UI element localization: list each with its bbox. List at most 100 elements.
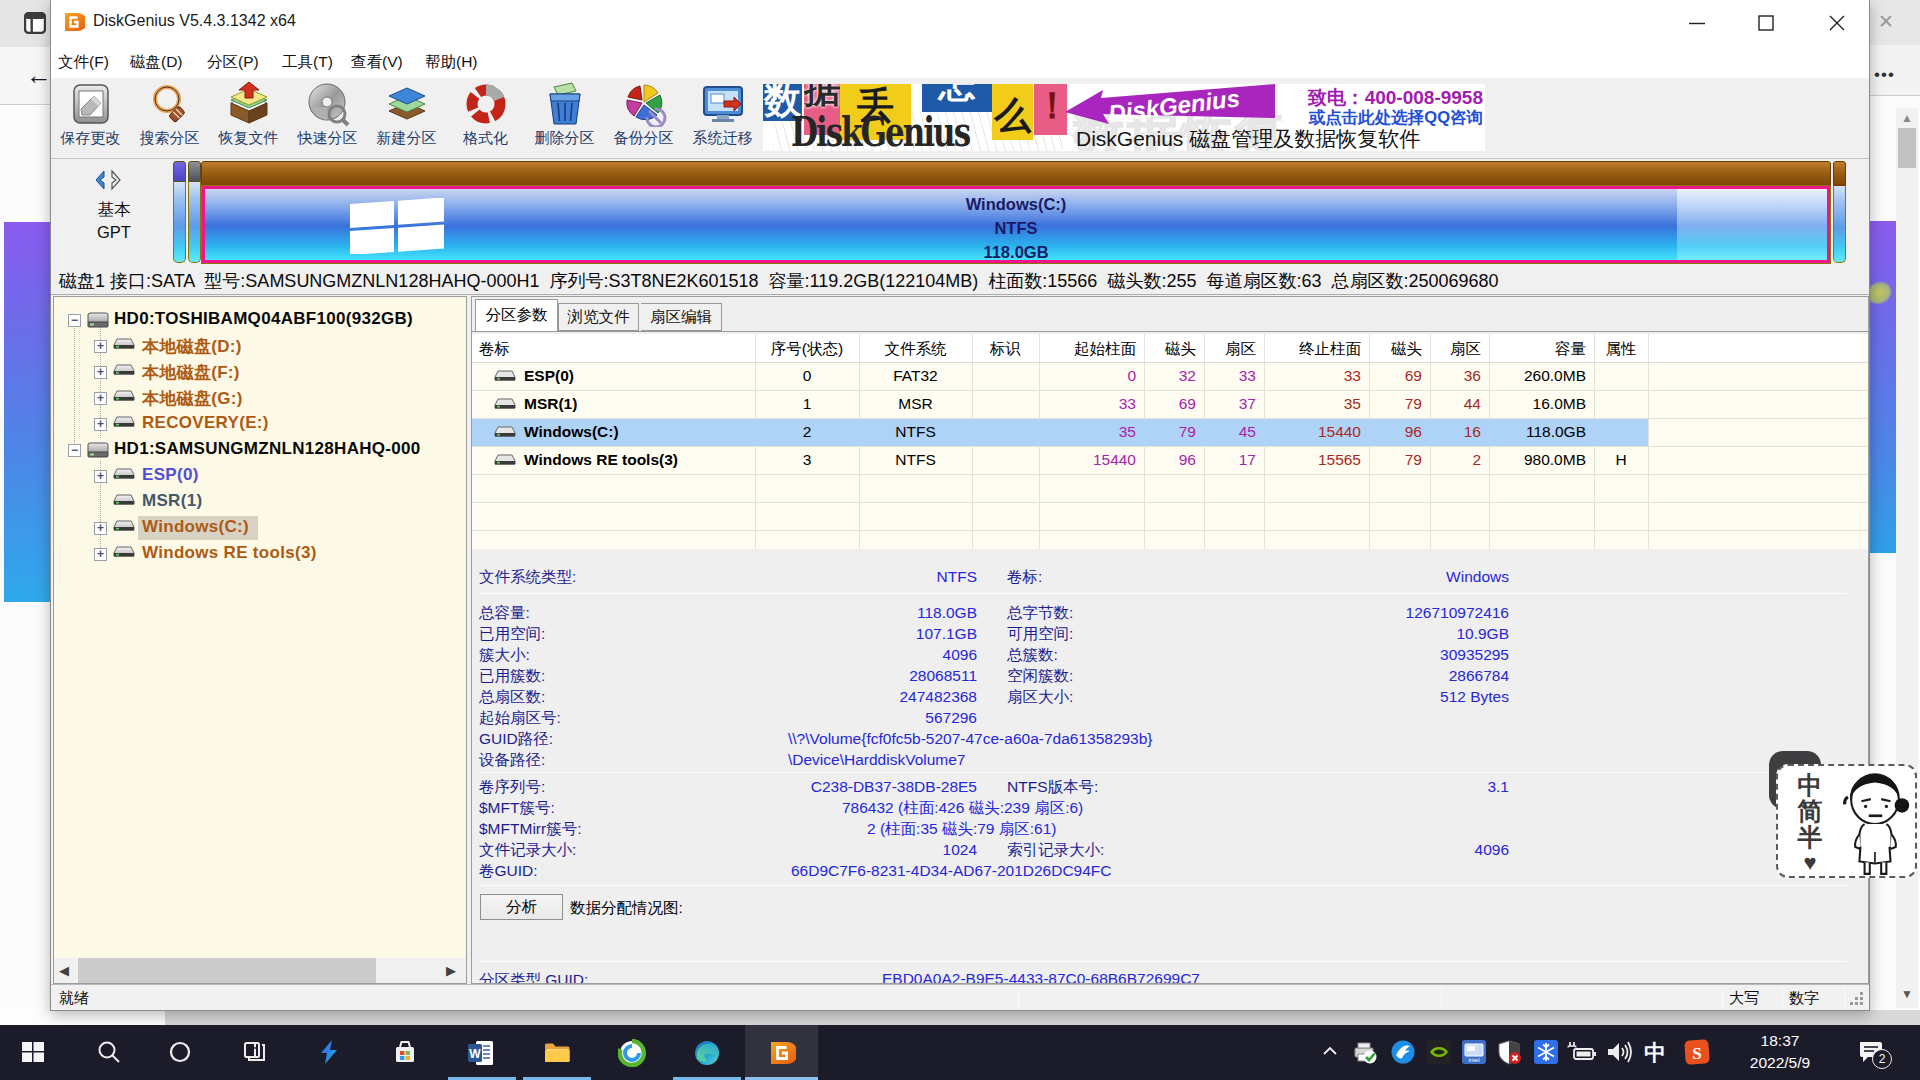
tree-item[interactable]: MSR(1) [54, 489, 466, 515]
scroll-right-icon[interactable]: ▶ [441, 958, 461, 983]
table-row[interactable] [472, 503, 1868, 531]
tree-item[interactable]: +ESP(0) [54, 463, 466, 489]
tree-expander-icon[interactable]: + [94, 418, 107, 431]
toolbar-backup-partition-button[interactable]: 备份分区 [604, 81, 683, 155]
toolbar-system-migrate-button[interactable]: 系统迁移 [683, 81, 762, 155]
taskbar-search-button[interactable] [96, 1039, 124, 1067]
titlebar[interactable]: DiskGenius V5.4.3.1342 x64 [51, 0, 1869, 45]
taskbar-app-edge[interactable] [693, 1039, 721, 1067]
banner-qq-link[interactable]: 或点击此处选择QQ咨询 [1293, 107, 1483, 129]
table-column-header[interactable]: 扇区 [1430, 339, 1481, 360]
ad-banner[interactable]: 数据恢复 数 据 丢 怎 么 ！ DiskGenius 致电：400-008-9… [763, 84, 1485, 151]
menu-file[interactable]: 文件(F) [58, 52, 109, 73]
scroll-down-icon[interactable]: ▼ [1899, 988, 1915, 1000]
taskbar-app-store[interactable] [392, 1039, 420, 1067]
menu-view[interactable]: 查看(V) [351, 52, 403, 73]
tray-snowflake-icon[interactable] [1533, 1039, 1559, 1067]
analyze-button[interactable]: 分析 [480, 894, 563, 920]
table-column-header[interactable]: 容量 [1489, 339, 1586, 360]
tray-messenger-icon[interactable] [1390, 1039, 1416, 1067]
tree-item[interactable]: +Windows RE tools(3) [54, 541, 466, 567]
scroll-left-icon[interactable]: ◀ [54, 958, 74, 983]
maximize-button[interactable] [1757, 14, 1775, 32]
table-column-header[interactable]: 文件系统 [859, 339, 972, 360]
taskbar-app-word[interactable]: W [467, 1039, 495, 1067]
taskbar-app-thunder[interactable] [316, 1039, 344, 1067]
table-row[interactable]: Windows RE tools(3)3NTFS1544096171556579… [472, 447, 1868, 475]
tree-item[interactable]: +Windows(C:) [54, 515, 466, 541]
table-column-header[interactable]: 终止柱面 [1264, 339, 1361, 360]
tree-expander-icon[interactable]: + [94, 522, 107, 535]
tree-item[interactable]: −HD0:TOSHIBAMQ04ABF100(932GB) [54, 307, 466, 333]
tree-expander-icon[interactable]: + [94, 392, 107, 405]
tree-item[interactable]: +本地磁盘(F:) [54, 359, 466, 385]
tree-item[interactable]: +RECOVERY(E:) [54, 411, 466, 437]
toolbar-quick-partition-button[interactable]: 快速分区 [288, 81, 367, 155]
toolbar-recover-files-button[interactable]: 恢复文件 [209, 81, 288, 155]
tree-expander-icon[interactable]: + [94, 340, 107, 353]
taskbar-app-explorer[interactable] [543, 1039, 571, 1067]
tree-item[interactable]: +本地磁盘(D:) [54, 333, 466, 359]
toolbar-format-button[interactable]: 格式化 [446, 81, 525, 155]
resize-grip[interactable] [1849, 991, 1865, 1007]
tab-partition-parameters[interactable]: 分区参数 [475, 299, 558, 331]
tree-expander-icon[interactable]: + [94, 366, 107, 379]
menu-tools[interactable]: 工具(T) [282, 52, 333, 73]
table-column-header[interactable]: 磁头 [1144, 339, 1196, 360]
tab-sector-edit[interactable]: 扇区编辑 [641, 303, 722, 331]
toolbar-new-partition-button[interactable]: 新建分区 [367, 81, 446, 155]
table-column-header[interactable]: 磁头 [1369, 339, 1422, 360]
start-button[interactable] [20, 1039, 48, 1067]
toolbar-delete-partition-button[interactable]: 删除分区 [525, 81, 604, 155]
taskbar-clock[interactable]: 18:372022/5/9 [1725, 1030, 1835, 1076]
tree-expander-icon[interactable]: − [68, 314, 81, 327]
table-column-header[interactable]: 卷标 [479, 339, 510, 360]
table-column-header[interactable]: 标识 [972, 339, 1039, 360]
background-scrollbar-thumb[interactable] [1898, 128, 1916, 168]
tray-nvidia-icon[interactable] [1426, 1039, 1452, 1067]
minimize-button[interactable] [1688, 14, 1706, 32]
table-row[interactable]: MSR(1)1MSR33693735794416.0MB [472, 391, 1868, 419]
tray-security-icon[interactable] [1496, 1039, 1522, 1067]
tray-volume-icon[interactable] [1604, 1039, 1634, 1067]
tray-chevron-icon[interactable] [1321, 1043, 1343, 1061]
table-column-header[interactable]: 序号(状态) [755, 339, 859, 360]
table-row[interactable] [472, 475, 1868, 503]
toolbar-search-partition-button[interactable]: 搜索分区 [130, 81, 209, 155]
tray-sogou-icon[interactable]: S [1684, 1039, 1712, 1067]
tree-horizontal-scrollbar[interactable]: ◀▶ [54, 958, 466, 983]
tray-printer-icon[interactable] [1352, 1039, 1382, 1067]
disk-nav-arrows[interactable] [91, 169, 127, 191]
table-column-header[interactable]: 扇区 [1204, 339, 1256, 360]
menu-disk[interactable]: 磁盘(D) [130, 52, 183, 73]
tray-intel-graphics-icon[interactable]: intel [1461, 1039, 1487, 1067]
table-row[interactable]: ESP(0)0FAT3203233336936260.0MB [472, 363, 1868, 391]
table-column-header[interactable]: 属性 [1594, 339, 1648, 360]
ime-indicator[interactable]: 中 [1641, 1039, 1669, 1067]
partition-segment-windows-c[interactable]: Windows(C:) NTFS 118.0GB [202, 186, 1830, 263]
taskbar-app-360-browser[interactable] [618, 1039, 646, 1067]
close-button[interactable] [1828, 14, 1846, 32]
diskgenius-taskbar-icon[interactable] [768, 1039, 796, 1067]
scroll-up-icon[interactable]: ▲ [1899, 112, 1915, 124]
tree-item[interactable]: +本地磁盘(G:) [54, 385, 466, 411]
tree-item[interactable]: −HD1:SAMSUNGMZNLN128HAHQ-000 [54, 437, 466, 463]
cortana-button[interactable] [167, 1039, 195, 1067]
tree-expander-icon[interactable]: − [68, 444, 81, 457]
partition-segment-re-tools[interactable] [1833, 186, 1846, 263]
menu-help[interactable]: 帮助(H) [425, 52, 478, 73]
table-row[interactable] [472, 531, 1868, 549]
tree-expander-icon[interactable]: + [94, 548, 107, 561]
table-row[interactable]: Windows(C:)2NTFS357945154409616118.0GB [472, 419, 1868, 447]
menu-partition[interactable]: 分区(P) [207, 52, 259, 73]
back-arrow-icon[interactable]: ← [26, 62, 52, 88]
more-menu-icon[interactable]: ••• [1874, 66, 1898, 84]
table-column-header[interactable]: 起始柱面 [1039, 339, 1136, 360]
tree-expander-icon[interactable]: + [94, 470, 107, 483]
close-icon[interactable]: ✕ [1876, 12, 1896, 32]
tree-scrollbar-thumb[interactable] [78, 958, 376, 983]
partition-segment-esp[interactable] [173, 161, 186, 263]
tab-browse-files[interactable]: 浏览文件 [558, 303, 639, 331]
task-view-button[interactable] [241, 1039, 269, 1067]
toolbar-save-button[interactable]: 保存更改 [51, 81, 130, 155]
